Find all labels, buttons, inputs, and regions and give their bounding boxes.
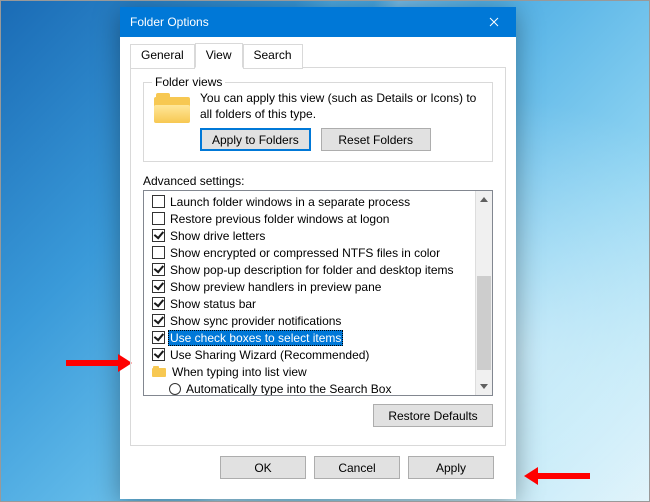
list-item[interactable]: Automatically type into the Search Box — [152, 380, 471, 395]
list-item-label: When typing into list view — [171, 365, 308, 379]
scrollbar[interactable] — [475, 191, 492, 395]
list-item-label: Use check boxes to select items — [168, 330, 343, 346]
advanced-settings-label: Advanced settings: — [143, 174, 493, 188]
list-item-label: Show sync provider notifications — [169, 314, 342, 328]
scroll-up-button[interactable] — [476, 191, 492, 208]
list-item-label: Show encrypted or compressed NTFS files … — [169, 246, 441, 260]
list-item[interactable]: Show preview handlers in preview pane — [152, 278, 471, 295]
advanced-settings-list: Launch folder windows in a separate proc… — [143, 190, 493, 396]
radio-icon[interactable] — [169, 383, 181, 395]
tabstrip: General View Search — [130, 43, 506, 68]
list-item[interactable]: Show encrypted or compressed NTFS files … — [152, 244, 471, 261]
list-item-label: Show preview handlers in preview pane — [169, 280, 382, 294]
list-item-label: Use Sharing Wizard (Recommended) — [169, 348, 370, 362]
list-item-label: Show drive letters — [169, 229, 266, 243]
list-item-label: Restore previous folder windows at logon — [169, 212, 390, 226]
checkbox-icon[interactable] — [152, 229, 165, 242]
apply-to-folders-button[interactable]: Apply to Folders — [200, 128, 311, 151]
checkbox-icon[interactable] — [152, 297, 165, 310]
restore-defaults-button[interactable]: Restore Defaults — [373, 404, 493, 427]
folder-views-text: You can apply this view (such as Details… — [200, 91, 482, 122]
folder-icon — [154, 93, 190, 123]
checkbox-icon[interactable] — [152, 246, 165, 259]
tab-general[interactable]: General — [130, 44, 195, 69]
checkbox-icon[interactable] — [152, 348, 165, 361]
folder-views-group: Folder views You can apply this view (su… — [143, 82, 493, 162]
folder-options-dialog: Folder Options General View Search Folde… — [120, 7, 516, 499]
checkbox-icon[interactable] — [152, 331, 165, 344]
list-item[interactable]: Show pop-up description for folder and d… — [152, 261, 471, 278]
folder-icon — [152, 366, 166, 377]
list-item-label: Show status bar — [169, 297, 257, 311]
checkbox-icon[interactable] — [152, 212, 165, 225]
reset-folders-button[interactable]: Reset Folders — [321, 128, 431, 151]
scroll-thumb[interactable] — [477, 276, 491, 370]
list-item[interactable]: Show sync provider notifications — [152, 312, 471, 329]
list-item-label: Launch folder windows in a separate proc… — [169, 195, 411, 209]
list-item[interactable]: Launch folder windows in a separate proc… — [152, 193, 471, 210]
list-item-label: Automatically type into the Search Box — [185, 382, 392, 396]
list-item[interactable]: Show status bar — [152, 295, 471, 312]
checkbox-icon[interactable] — [152, 314, 165, 327]
list-item[interactable]: Use check boxes to select items — [152, 329, 471, 346]
list-item[interactable]: Show drive letters — [152, 227, 471, 244]
scroll-down-button[interactable] — [476, 378, 492, 395]
tab-search[interactable]: Search — [243, 44, 303, 69]
list-item-label: Show pop-up description for folder and d… — [169, 263, 455, 277]
scroll-track[interactable] — [476, 208, 492, 378]
checkbox-icon[interactable] — [152, 280, 165, 293]
checkbox-icon[interactable] — [152, 263, 165, 276]
checkbox-icon[interactable] — [152, 195, 165, 208]
list-item[interactable]: Use Sharing Wizard (Recommended) — [152, 346, 471, 363]
tab-panel-view: Folder views You can apply this view (su… — [130, 67, 506, 446]
tab-view[interactable]: View — [195, 43, 243, 68]
folder-views-legend: Folder views — [152, 75, 225, 89]
list-item[interactable]: When typing into list view — [152, 363, 471, 380]
list-item[interactable]: Restore previous folder windows at logon — [152, 210, 471, 227]
